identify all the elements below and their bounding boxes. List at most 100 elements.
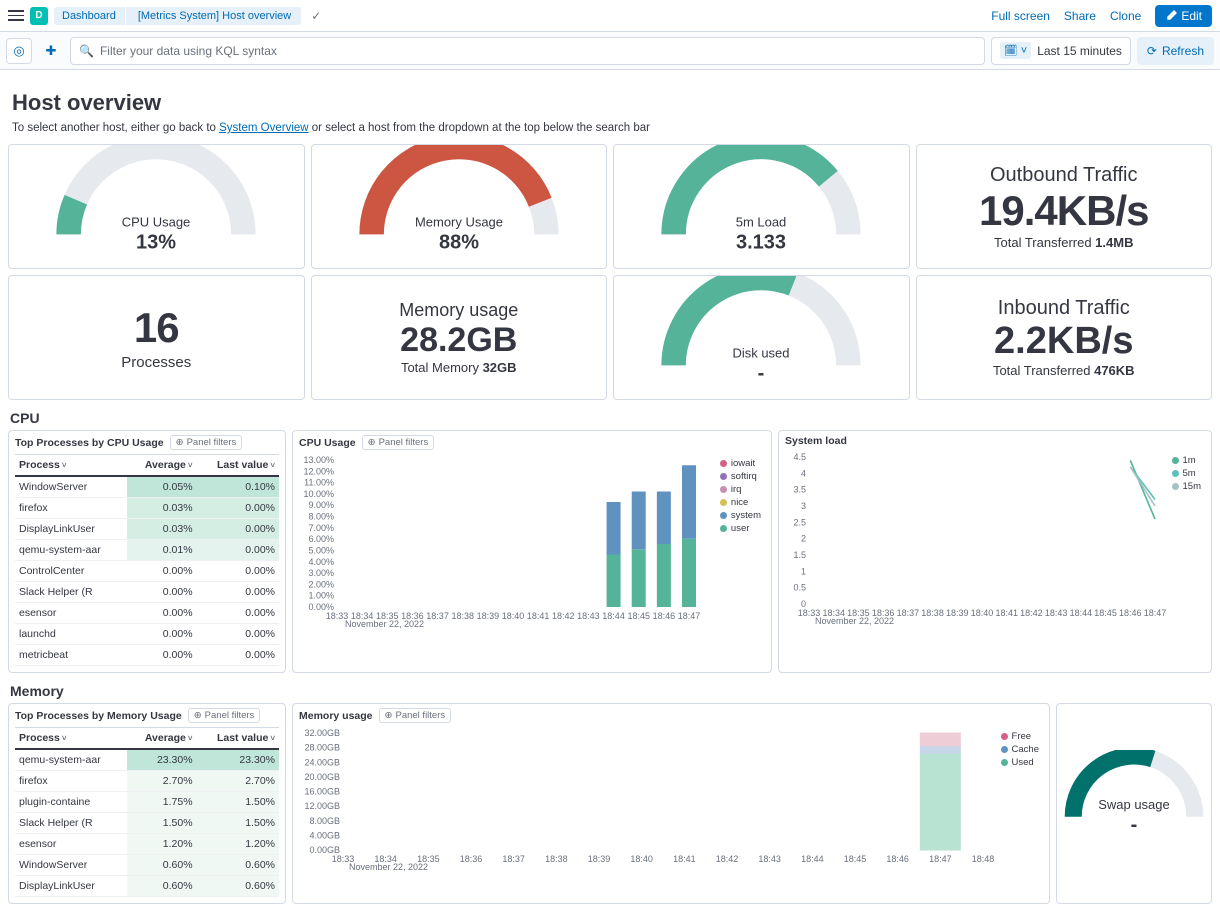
svg-text:0.5: 0.5 <box>793 583 806 593</box>
legend-item[interactable]: Free <box>1001 731 1039 742</box>
legend-item[interactable]: system <box>720 510 761 521</box>
svg-text:18:44: 18:44 <box>801 854 824 864</box>
table-row[interactable]: launchd0.00%0.00% <box>15 624 279 645</box>
breadcrumb-current[interactable]: [Metrics System] Host overview <box>126 7 301 25</box>
svg-text:18:42: 18:42 <box>1020 608 1043 618</box>
hamburger-menu-icon[interactable] <box>8 8 24 24</box>
refresh-button[interactable]: ⟳ Refresh <box>1137 37 1214 65</box>
breadcrumb-dashboard[interactable]: Dashboard <box>54 7 126 25</box>
system-overview-link[interactable]: System Overview <box>219 122 308 134</box>
panel-filters-button[interactable]: ⊕ Panel filters <box>379 708 452 723</box>
svg-text:4.5: 4.5 <box>793 452 806 462</box>
query-menu-button[interactable]: ◎ <box>6 38 32 64</box>
svg-text:16.00GB: 16.00GB <box>304 787 340 797</box>
legend-item[interactable]: user <box>720 523 761 534</box>
svg-text:18:45: 18:45 <box>844 854 867 864</box>
panel-filters-button[interactable]: ⊕ Panel filters <box>188 708 261 723</box>
svg-text:13%: 13% <box>136 231 176 253</box>
table-row[interactable]: metricbeat0.00%0.00% <box>15 645 279 666</box>
svg-text:18:47: 18:47 <box>929 854 952 864</box>
app-badge[interactable]: D <box>30 7 48 25</box>
table-row[interactable]: DisplayLinkUser0.03%0.00% <box>15 519 279 540</box>
svg-text:18:39: 18:39 <box>946 608 969 618</box>
table-row[interactable]: firefox2.70%2.70% <box>15 771 279 792</box>
panel-filters-button[interactable]: ⊕ Panel filters <box>170 435 243 450</box>
table-row[interactable]: qemu-system-aar0.01%0.00% <box>15 540 279 561</box>
table-row[interactable]: WindowServer0.60%0.60% <box>15 855 279 876</box>
memory-usage-chart-card: Memory usage ⊕ Panel filters 0.00GB4.00G… <box>292 703 1050 904</box>
col-last[interactable]: Last value˅ <box>197 455 279 477</box>
table-row[interactable]: qemu-system-aar23.30%23.30% <box>15 749 279 771</box>
disk-used-gauge-panel: Disk used - <box>613 275 910 400</box>
svg-text:12.00%: 12.00% <box>303 466 334 476</box>
col-average[interactable]: Average˅ <box>127 455 197 477</box>
table-row[interactable]: Slack Helper (R0.00%0.00% <box>15 582 279 603</box>
svg-text:CPU Usage: CPU Usage <box>122 214 191 229</box>
refresh-label: Refresh <box>1162 44 1204 58</box>
memusage-value: 28.2GB <box>399 321 518 360</box>
svg-text:3: 3 <box>801 501 806 511</box>
svg-text:18:39: 18:39 <box>588 854 611 864</box>
legend-item[interactable]: 15m <box>1172 481 1201 492</box>
svg-text:1.00%: 1.00% <box>308 591 334 601</box>
memory-usage-panel: Memory usage 28.2GB Total Memory 32GB <box>311 275 608 400</box>
time-range-picker[interactable]: 🗓 ˅ Last 15 minutes <box>991 37 1131 65</box>
table-row[interactable]: Slack Helper (R1.50%1.50% <box>15 813 279 834</box>
top-processes-mem-card: Top Processes by Memory Usage ⊕ Panel fi… <box>8 703 286 904</box>
col-last[interactable]: Last value˅ <box>197 728 279 750</box>
table-row[interactable]: firefox0.03%0.00% <box>15 498 279 519</box>
load-gauge-panel: 5m Load 3.133 <box>613 144 910 269</box>
svg-text:Swap usage: Swap usage <box>1098 797 1169 812</box>
legend-item[interactable]: softirq <box>720 471 761 482</box>
svg-text:18:40: 18:40 <box>630 854 653 864</box>
col-average[interactable]: Average˅ <box>127 728 197 750</box>
edit-button[interactable]: Edit <box>1155 5 1212 27</box>
cpu-usage-chart-title: CPU Usage <box>299 437 356 449</box>
legend-item[interactable]: 1m <box>1172 455 1201 466</box>
memory-section-header: Memory <box>10 683 1212 699</box>
mem-process-table: Process˅ Average˅ Last value˅ qemu-syste… <box>15 727 279 897</box>
svg-text:1: 1 <box>801 566 806 576</box>
legend-item[interactable]: Cache <box>1001 744 1039 755</box>
svg-text:8.00GB: 8.00GB <box>309 816 340 826</box>
full-screen-link[interactable]: Full screen <box>991 9 1050 23</box>
legend-item[interactable]: 5m <box>1172 468 1201 479</box>
svg-text:2: 2 <box>801 534 806 544</box>
kql-search-input[interactable]: 🔍 Filter your data using KQL syntax <box>70 37 985 65</box>
svg-text:18:43: 18:43 <box>577 611 600 621</box>
search-icon: 🔍 <box>79 44 94 58</box>
panel-filters-button[interactable]: ⊕ Panel filters <box>362 435 435 450</box>
table-row[interactable]: WindowServer0.05%0.10% <box>15 476 279 498</box>
svg-text:18:42: 18:42 <box>552 611 575 621</box>
svg-text:18:48: 18:48 <box>972 854 995 864</box>
svg-text:32.00GB: 32.00GB <box>304 728 340 738</box>
col-process[interactable]: Process˅ <box>15 728 127 750</box>
table-row[interactable]: plugin-containe1.75%1.50% <box>15 792 279 813</box>
outbound-traffic-panel: Outbound Traffic 19.4KB/s Total Transfer… <box>916 144 1213 269</box>
share-link[interactable]: Share <box>1064 9 1096 23</box>
svg-text:18:43: 18:43 <box>758 854 781 864</box>
legend-item[interactable]: iowait <box>720 458 761 469</box>
svg-text:18:41: 18:41 <box>995 608 1018 618</box>
table-row[interactable]: esensor0.00%0.00% <box>15 603 279 624</box>
clone-link[interactable]: Clone <box>1110 9 1141 23</box>
legend-item[interactable]: Used <box>1001 757 1039 768</box>
table-row[interactable]: DisplayLinkUser0.60%0.60% <box>15 876 279 897</box>
svg-text:18:38: 18:38 <box>545 854 568 864</box>
add-filter-button[interactable]: ✚ <box>38 38 64 64</box>
memusage-sub: Total Memory 32GB <box>399 360 518 375</box>
inbound-traffic-panel: Inbound Traffic 2.2KB/s Total Transferre… <box>916 275 1213 400</box>
svg-text:Memory Usage: Memory Usage <box>415 214 503 229</box>
table-row[interactable]: esensor1.20%1.20% <box>15 834 279 855</box>
svg-text:18:46: 18:46 <box>886 854 909 864</box>
legend-item[interactable]: nice <box>720 497 761 508</box>
memusage-title: Memory usage <box>399 300 518 321</box>
svg-text:88%: 88% <box>439 231 479 253</box>
col-process[interactable]: Process˅ <box>15 455 127 477</box>
system-load-title: System load <box>785 435 847 447</box>
legend-item[interactable]: irq <box>720 484 761 495</box>
svg-text:3.133: 3.133 <box>736 231 786 253</box>
table-row[interactable]: ControlCenter0.00%0.00% <box>15 561 279 582</box>
top-processes-cpu-card: Top Processes by CPU Usage ⊕ Panel filte… <box>8 430 286 673</box>
cpu-section-header: CPU <box>10 410 1212 426</box>
